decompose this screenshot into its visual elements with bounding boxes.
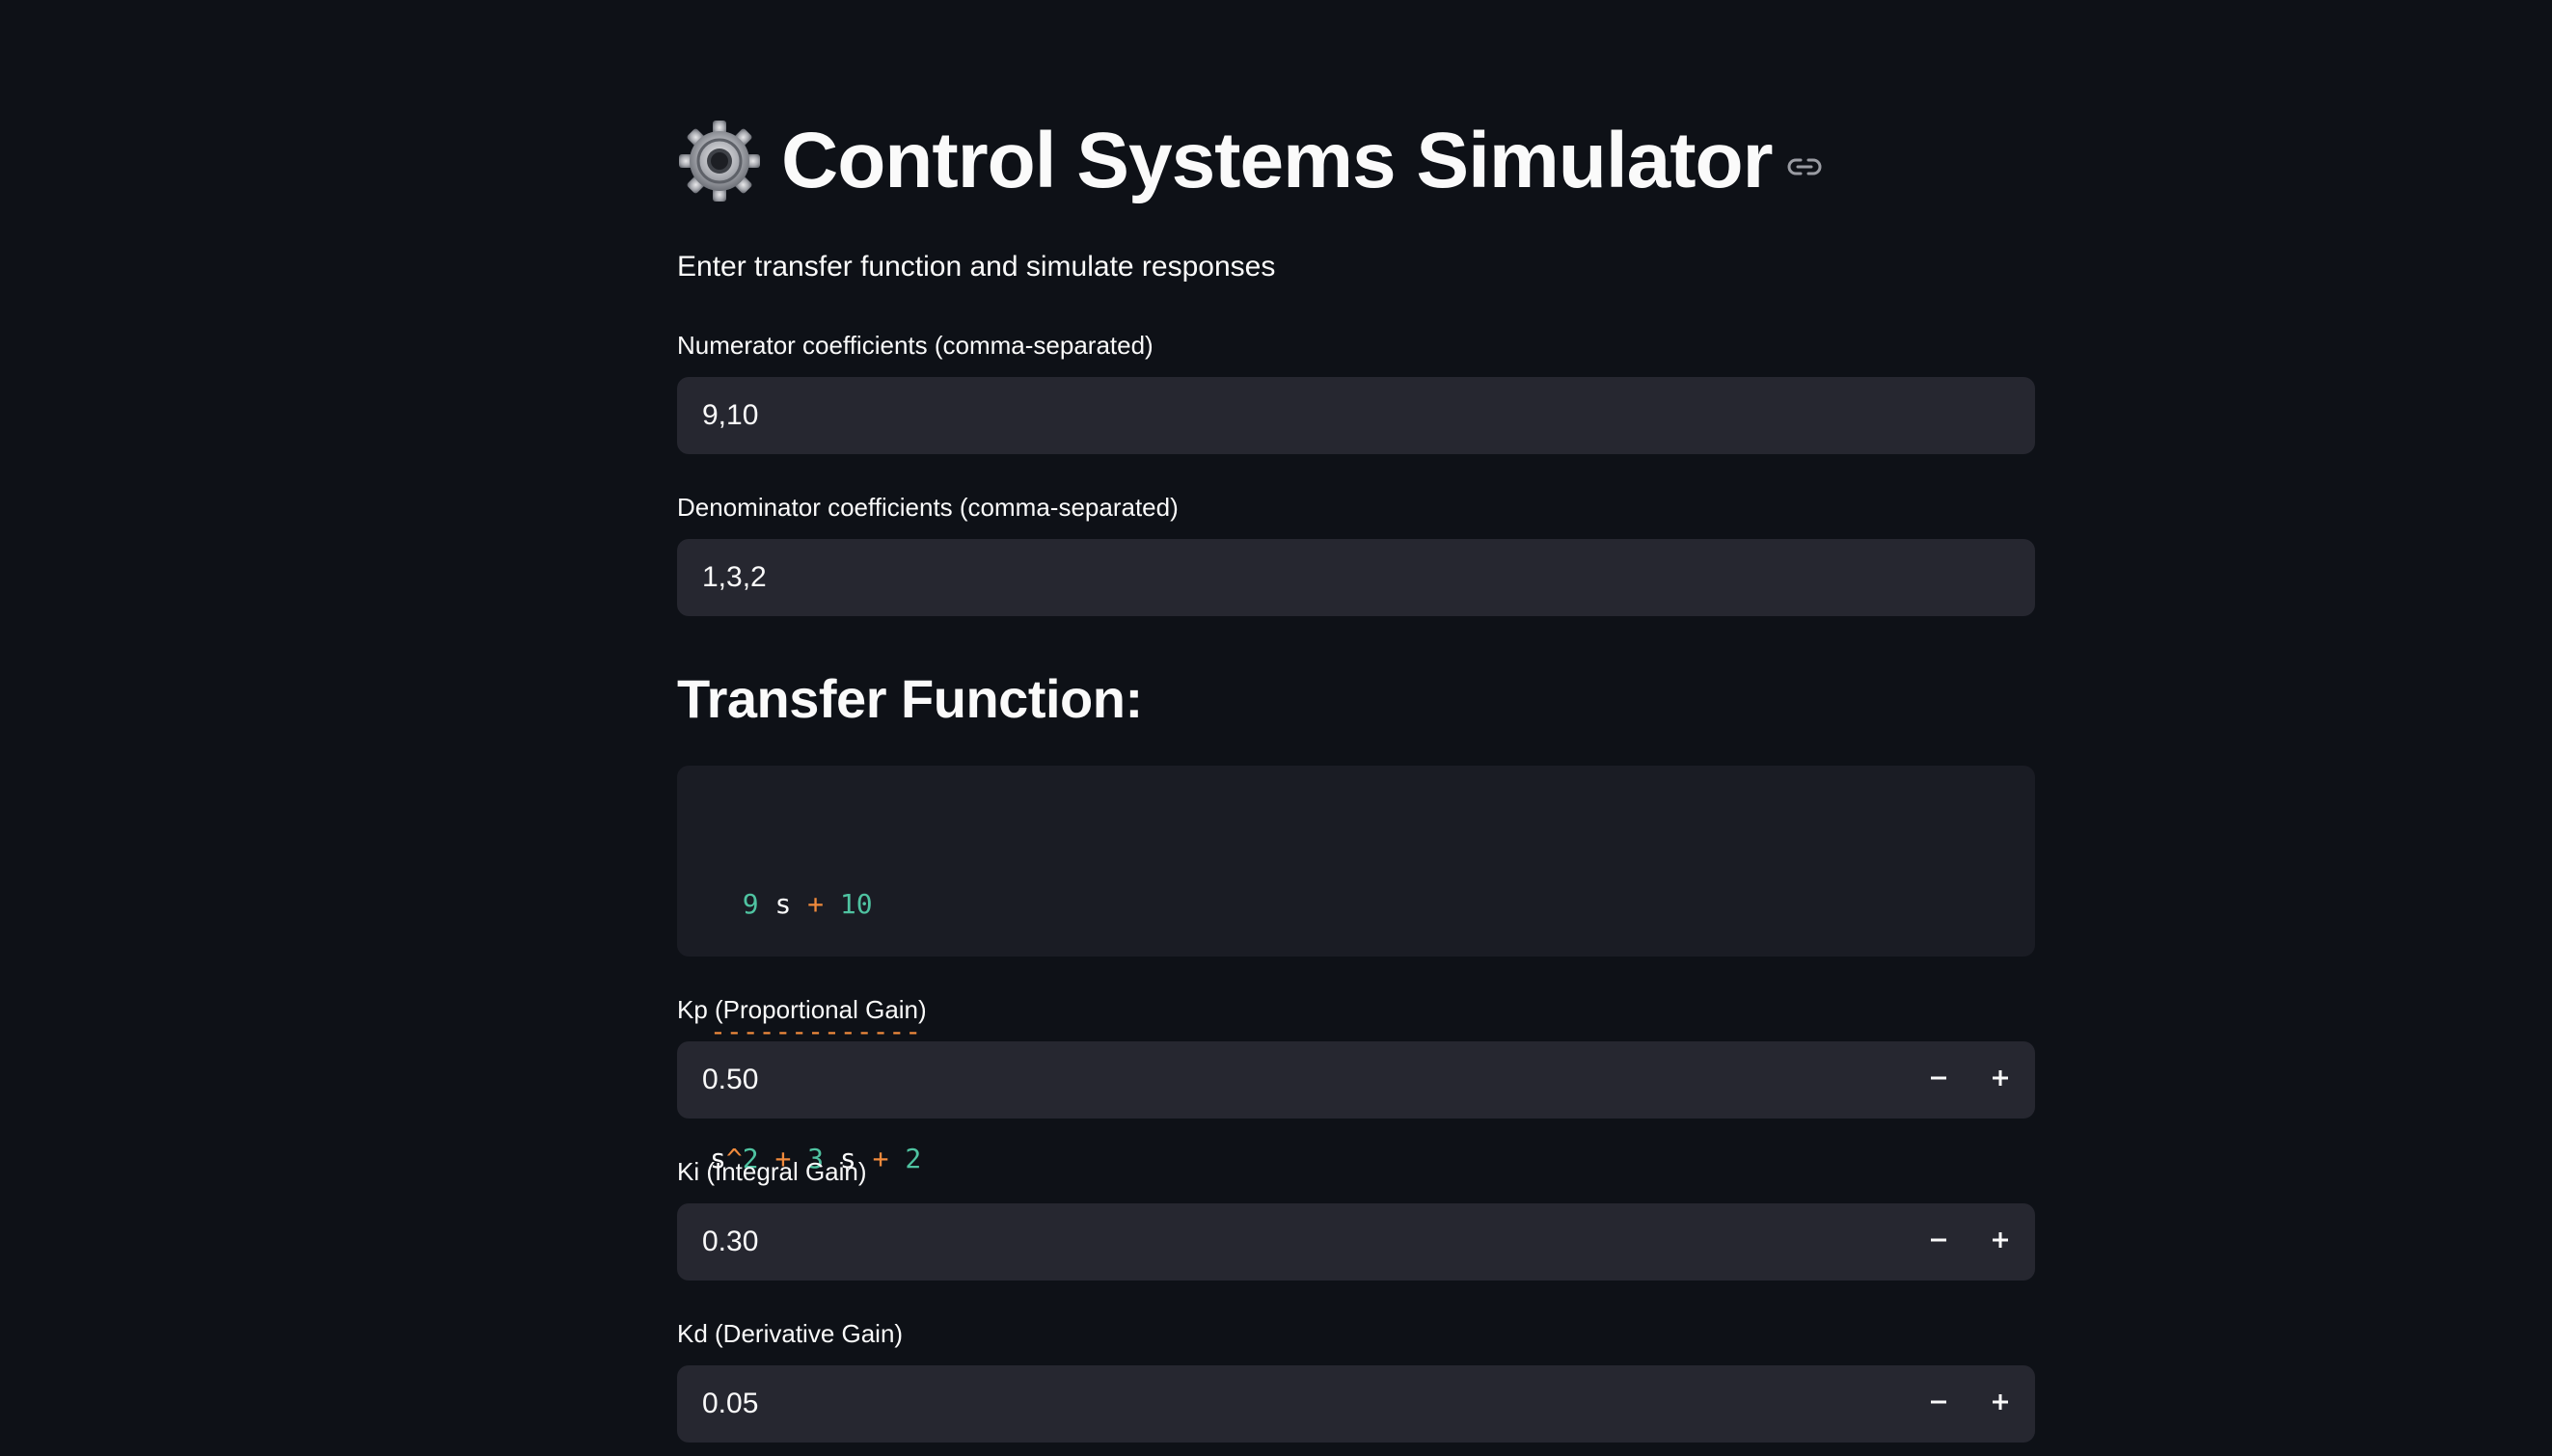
tf-token: + [872,1143,889,1174]
tf-numerator-line: 9 s + 10 [710,883,2035,926]
numerator-input[interactable] [677,376,2035,455]
tf-token: + [807,888,825,920]
kd-label: Kd (Derivative Gain) [677,1319,904,1348]
ki-increment-button[interactable] [1969,1203,2031,1281]
numerator-field-container [677,376,2035,455]
title-row: Control Systems Simulator [677,108,1823,214]
tf-token [759,888,775,920]
tf-token [791,888,807,920]
tf-token: s [774,888,792,920]
tf-token [710,888,743,920]
ki-input[interactable] [677,1202,1908,1281]
kp-increment-button[interactable] [1969,1041,2031,1119]
tf-token: 9 [742,888,759,920]
plus-icon [1991,1392,2010,1416]
tf-token [824,888,840,920]
plus-icon [1991,1068,2010,1092]
ki-number-input-container [677,1202,2035,1281]
minus-icon [1929,1392,1948,1416]
denominator-field-container [677,538,2035,617]
transfer-function-heading: Transfer Function: [677,668,1143,729]
numerator-label: Numerator coefficients (comma-separated) [677,331,1154,360]
kd-number-input-container [677,1364,2035,1443]
app-page: Control Systems Simulator Enter transfer… [0,0,2552,1456]
page-title: Control Systems Simulator [781,117,1774,204]
tf-token: 2 [905,1143,922,1174]
ki-decrement-button[interactable] [1908,1203,1969,1281]
kd-increment-button[interactable] [1969,1365,2031,1443]
kd-decrement-button[interactable] [1908,1365,1969,1443]
denominator-label: Denominator coefficients (comma-separate… [677,493,1179,522]
transfer-function-code-block: 9 s + 10 ------------- s^2 + 3 s + 2 [677,766,2035,1174]
gear-icon [677,119,762,203]
link-icon[interactable] [1786,155,1823,178]
kp-input[interactable] [677,1040,1908,1119]
tf-token [888,1143,905,1174]
kp-label: Kp (Proportional Gain) [677,995,927,1024]
tf-denominator-line: s^2 + 3 s + 2 [710,1138,2035,1180]
tf-token: 10 [839,888,873,920]
kp-number-input-container [677,1040,2035,1119]
plus-icon [1991,1230,2010,1254]
ki-label: Ki (Integral Gain) [677,1157,867,1186]
minus-icon [1929,1230,1948,1254]
page-subtitle: Enter transfer function and simulate res… [677,251,1276,283]
minus-icon [1929,1068,1948,1092]
kd-input[interactable] [677,1364,1908,1443]
kp-decrement-button[interactable] [1908,1041,1969,1119]
denominator-input[interactable] [677,538,2035,617]
